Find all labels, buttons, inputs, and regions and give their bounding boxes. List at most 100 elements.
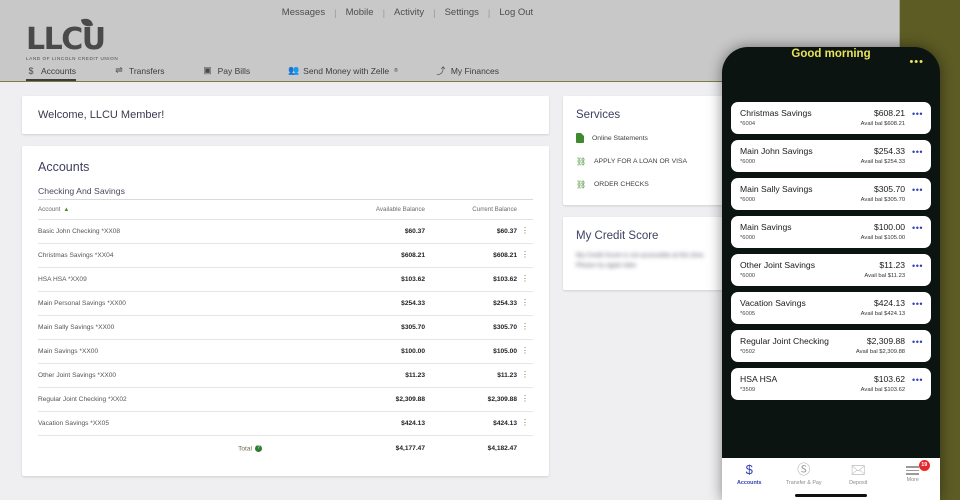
kebab-menu-icon[interactable]: •••	[912, 376, 923, 385]
account-identity: Christmas Savings *6004	[740, 108, 812, 127]
cell-actions[interactable]: ⋮	[517, 315, 533, 340]
tab-transfer-and-pay[interactable]: Ⓢ Transfer & Pay	[779, 462, 829, 486]
cell-actions[interactable]: ⋮	[517, 339, 533, 364]
service-item-order-checks[interactable]: ⛓ ORDER CHECKS	[576, 180, 710, 189]
account-identity: HSA HSA *3509	[740, 374, 777, 393]
cell-actions[interactable]: ⋮	[517, 411, 533, 436]
table-row[interactable]: Basic John Checking *XX08 $60.37 $60.37 …	[38, 219, 533, 244]
kebab-menu-icon[interactable]: ⋮	[521, 323, 529, 331]
cell-account-name[interactable]: Main Sally Savings *XX00	[38, 315, 320, 340]
kebab-menu-icon[interactable]: •••	[912, 224, 923, 233]
dollar-icon: $	[28, 65, 34, 76]
kebab-menu-icon[interactable]: ⋮	[521, 347, 529, 355]
kebab-menu-icon[interactable]: ⋮	[521, 227, 529, 235]
cell-account-name[interactable]: Regular Joint Checking *XX02	[38, 387, 320, 412]
list-item[interactable]: Regular Joint Checking *0502 $2,309.88 A…	[731, 330, 931, 362]
column-header-current-balance[interactable]: Current Balance	[425, 200, 517, 220]
cell-current-balance: $305.70	[425, 315, 517, 340]
cell-account-name[interactable]: Basic John Checking *XX08	[38, 219, 320, 244]
list-item[interactable]: Main Savings *6000 $100.00 Avail bal $10…	[731, 216, 931, 248]
service-label: ORDER CHECKS	[594, 181, 649, 188]
cell-actions[interactable]: ⋮	[517, 291, 533, 316]
table-row[interactable]: HSA HSA *XX09 $103.62 $103.62 ⋮	[38, 267, 533, 292]
list-item[interactable]: HSA HSA *3509 $103.62 Avail bal $103.62 …	[731, 368, 931, 400]
service-label: Online Statements	[592, 134, 648, 142]
account-balances: $103.62 Avail bal $103.62	[777, 374, 905, 393]
service-item-apply-for-loan-or-visa[interactable]: ⛓ APPLY FOR A LOAN OR VISA	[576, 157, 710, 166]
table-row[interactable]: Vacation Savings *XX05 $424.13 $424.13 ⋮	[38, 411, 533, 436]
cell-account-name[interactable]: Other Joint Savings *XX00	[38, 363, 320, 388]
kebab-menu-icon[interactable]: ⋮	[521, 299, 529, 307]
hamburger-menu-icon	[906, 466, 920, 475]
cell-account-name[interactable]: Vacation Savings *XX05	[38, 411, 320, 436]
list-item[interactable]: Vacation Savings *6005 $424.13 Avail bal…	[731, 292, 931, 324]
cell-actions[interactable]: ⋮	[517, 219, 533, 244]
column-header-account[interactable]: Account ▲	[38, 200, 320, 220]
utility-link-settings[interactable]: Settings	[436, 7, 488, 19]
kebab-menu-icon[interactable]: •••	[912, 186, 923, 195]
cell-available-balance: $103.62	[320, 267, 425, 292]
nav-item-my-finances[interactable]: ⤴ My Finances	[436, 60, 513, 81]
table-row[interactable]: Christmas Savings *XX04 $608.21 $608.21 …	[38, 243, 533, 268]
account-available: Avail bal $2,309.88	[855, 349, 906, 355]
cell-account-name[interactable]: Christmas Savings *XX04	[38, 243, 320, 268]
kebab-menu-icon[interactable]: •••	[912, 338, 923, 347]
kebab-menu-icon[interactable]: ⋮	[521, 395, 529, 403]
account-balances: $254.33 Avail bal $254.33	[813, 146, 905, 165]
table-row[interactable]: Regular Joint Checking *XX02 $2,309.88 $…	[38, 387, 533, 412]
trend-up-icon: ⤴	[436, 66, 446, 76]
cell-current-balance: $254.33	[425, 291, 517, 316]
cell-actions[interactable]: ⋮	[517, 243, 533, 268]
total-actions-spacer	[517, 436, 533, 461]
cell-actions[interactable]: ⋮	[517, 387, 533, 412]
table-row[interactable]: Main Sally Savings *XX00 $305.70 $305.70…	[38, 315, 533, 340]
llcu-logo[interactable]: LLCU LAND OF LINCOLN CREDIT UNION	[26, 16, 118, 61]
utility-link-messages[interactable]: Messages	[273, 7, 334, 19]
cell-actions[interactable]: ⋮	[517, 363, 533, 388]
utility-link-log-out[interactable]: Log Out	[490, 7, 542, 19]
account-available: Avail bal $424.13	[860, 311, 906, 317]
kebab-menu-icon[interactable]: •••	[912, 110, 923, 119]
account-balances: $305.70 Avail bal $305.70	[813, 184, 905, 203]
service-item-online-statements[interactable]: Online Statements	[576, 133, 710, 143]
account-available: Avail bal $105.00	[860, 235, 906, 241]
cell-account-name[interactable]: HSA HSA *XX09	[38, 267, 320, 292]
info-icon[interactable]: ?	[255, 445, 262, 452]
list-item[interactable]: Main Sally Savings *6000 $305.70 Avail b…	[731, 178, 931, 210]
kebab-menu-icon[interactable]: ⋮	[521, 251, 529, 259]
nav-label-transfers: Transfers	[128, 65, 165, 76]
welcome-message: Welcome, LLCU Member!	[38, 109, 165, 121]
kebab-menu-icon[interactable]: •••	[912, 262, 923, 271]
list-item[interactable]: Other Joint Savings *6000 $11.23 Avail b…	[731, 254, 931, 286]
list-item[interactable]: Christmas Savings *6004 $608.21 Avail ba…	[731, 102, 931, 134]
cell-account-name[interactable]: Main Savings *XX00	[38, 339, 320, 364]
utility-link-activity[interactable]: Activity	[385, 7, 433, 19]
account-mask: *6000	[740, 235, 756, 241]
tab-more[interactable]: 19 More	[888, 460, 938, 483]
account-available: Avail bal $11.23	[864, 273, 906, 279]
nav-item-transfers[interactable]: ⇌ Transfers	[114, 60, 179, 81]
bill-icon: ▣	[203, 65, 212, 75]
table-row[interactable]: Main Savings *XX00 $100.00 $105.00 ⋮	[38, 339, 533, 364]
account-balances: $2,309.88 Avail bal $2,309.88	[829, 336, 905, 355]
cell-actions[interactable]: ⋮	[517, 267, 533, 292]
kebab-menu-icon[interactable]: ⋮	[521, 371, 529, 379]
account-identity: Main Sally Savings *6000	[740, 184, 813, 203]
kebab-menu-icon[interactable]: ⋮	[521, 275, 529, 283]
tab-deposit[interactable]: 🖂 Deposit	[833, 462, 883, 486]
kebab-menu-icon[interactable]: •••	[912, 148, 923, 157]
tab-accounts[interactable]: $ Accounts	[724, 462, 774, 486]
list-item[interactable]: Main John Savings *6000 $254.33 Avail ba…	[731, 140, 931, 172]
table-row[interactable]: Main Personal Savings *XX00 $254.33 $254…	[38, 291, 533, 316]
kebab-menu-icon[interactable]: •••	[912, 300, 923, 309]
logo-wordmark: LLCU	[26, 22, 106, 57]
nav-item-send-money-zelle[interactable]: 👥 Send Money with Zelle ®	[288, 60, 412, 81]
kebab-menu-icon[interactable]: ⋮	[521, 419, 529, 427]
table-row[interactable]: Other Joint Savings *XX00 $11.23 $11.23 …	[38, 363, 533, 388]
utility-link-mobile[interactable]: Mobile	[337, 7, 383, 19]
nav-item-pay-bills[interactable]: ▣ Pay Bills	[203, 60, 265, 81]
nav-item-accounts[interactable]: $ Accounts	[26, 60, 90, 81]
cell-account-name[interactable]: Main Personal Savings *XX00	[38, 291, 320, 316]
column-header-available-balance[interactable]: Available Balance	[320, 200, 425, 220]
overflow-menu-icon[interactable]: •••	[909, 57, 924, 68]
